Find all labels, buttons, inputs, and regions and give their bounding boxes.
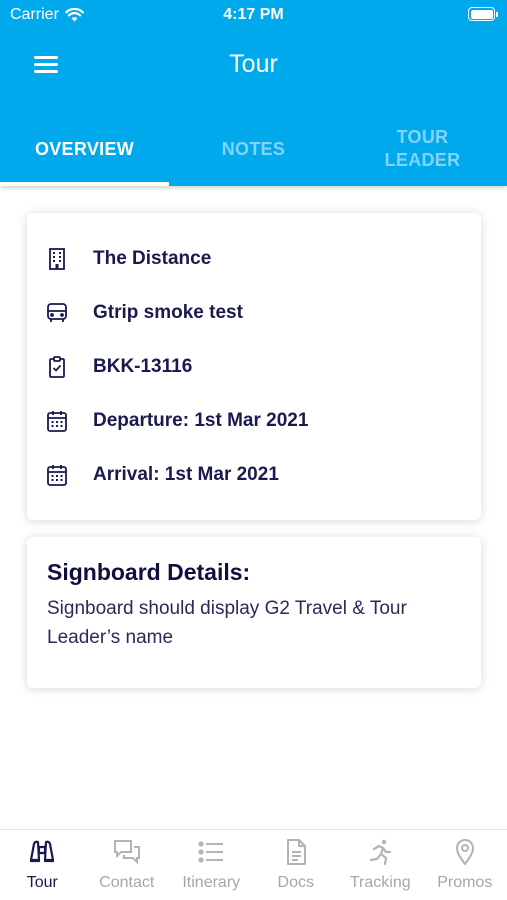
running-icon	[370, 839, 392, 866]
nav-label-promos: Promos	[437, 874, 493, 891]
list-item-transport: Gtrip smoke test	[45, 298, 243, 328]
signboard-title: Signboard Details:	[47, 559, 251, 585]
nav-label-tracking: Tracking	[349, 874, 411, 891]
document-icon	[286, 839, 306, 865]
app-header: Carrier 4:17 PM Tour OVERVIEW NOTES TOUR…	[0, 0, 507, 186]
clipboard-check-icon	[49, 356, 65, 378]
transport-name: Gtrip smoke test	[93, 302, 243, 323]
nav-item-contact[interactable]: Contact	[85, 830, 170, 900]
bus-icon	[47, 303, 67, 322]
list-item-departure: Departure: 1st Mar 2021	[45, 406, 308, 436]
calendar-icon	[47, 465, 67, 486]
page-title: Tour	[229, 50, 278, 78]
binoculars-icon	[30, 840, 55, 863]
bottom-nav: Tour Contact Itinerary Docs Tracking Pro…	[0, 829, 507, 900]
signboard-text: Signboard should display G2 Travel & Tou…	[47, 598, 407, 648]
tab-notes[interactable]: NOTES	[169, 112, 338, 186]
status-bar: Carrier 4:17 PM	[0, 0, 507, 30]
nav-item-itinerary[interactable]: Itinerary	[169, 830, 254, 900]
list-item-tour-name: The Distance	[45, 244, 211, 274]
list-icon	[198, 841, 224, 863]
signboard-card: Signboard Details: Signboard should disp…	[27, 537, 481, 688]
nav-label-tour: Tour	[26, 874, 58, 891]
list-item-arrival: Arrival: 1st Mar 2021	[45, 460, 279, 490]
building-icon	[49, 248, 65, 270]
nav-item-tour[interactable]: Tour	[0, 830, 85, 900]
calendar-icon	[47, 411, 67, 432]
nav-label-contact: Contact	[99, 874, 155, 891]
active-tab-indicator	[0, 182, 169, 186]
departure-date: Departure: 1st Mar 2021	[93, 410, 309, 431]
nav-label-docs: Docs	[277, 874, 314, 891]
chat-icon	[113, 840, 140, 865]
tour-name: The Distance	[93, 248, 212, 269]
list-item-tour-code: BKK-13116	[45, 352, 192, 382]
tab-bar: OVERVIEW NOTES TOUR LEADER	[0, 112, 507, 186]
nav-item-tracking[interactable]: Tracking	[338, 830, 423, 900]
arrival-date: Arrival: 1st Mar 2021	[93, 464, 279, 485]
nav-label-itinerary: Itinerary	[182, 874, 241, 891]
tour-code: BKK-13116	[93, 356, 193, 377]
battery-icon	[468, 7, 498, 21]
tour-overview-card: The Distance Gtrip smoke test BKK-13116	[27, 213, 481, 520]
nav-item-docs[interactable]: Docs	[254, 830, 339, 900]
tab-overview[interactable]: OVERVIEW	[0, 112, 169, 186]
nav-item-promos[interactable]: Promos	[423, 830, 507, 900]
location-pin-icon	[455, 839, 474, 866]
status-time: 4:17 PM	[223, 6, 284, 23]
tab-tour-leader[interactable]: TOUR LEADER	[338, 112, 507, 186]
